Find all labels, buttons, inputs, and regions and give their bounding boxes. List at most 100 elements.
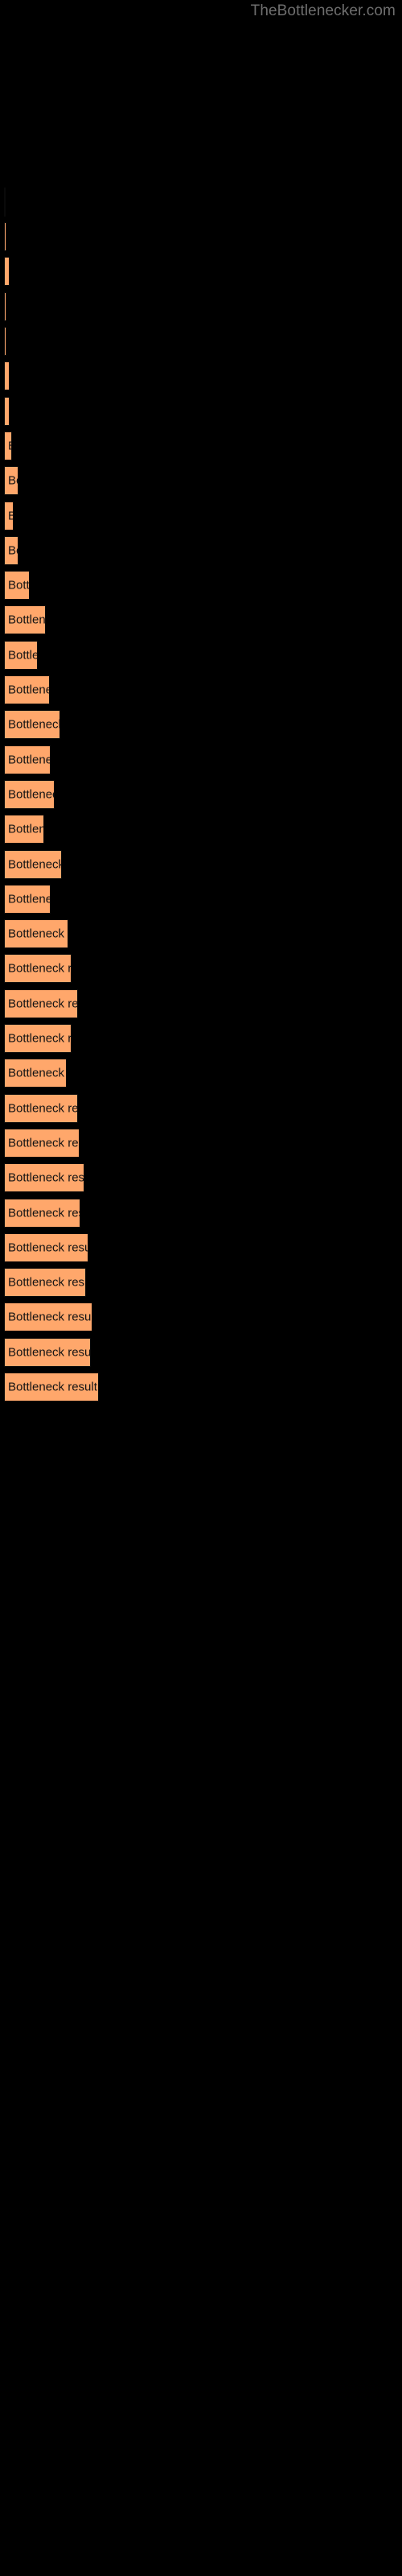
bar-row: Bottleneck result: [4, 1373, 99, 1402]
bar-row: Bottleneck result: [4, 222, 6, 251]
bar-label: Bottleneck result: [8, 405, 9, 419]
bar: Bottleneck result: [4, 1199, 80, 1228]
bar-row: Bottleneck result: [4, 1163, 84, 1192]
bar: Bottleneck result: [4, 1024, 72, 1053]
bar-row: Bottleneck result: [4, 1302, 92, 1331]
bar-row: Bottleneck result: [4, 1233, 88, 1262]
bar: Bottleneck result: [4, 257, 10, 286]
bar-label: Bottleneck result: [8, 753, 50, 767]
bar: Bottleneck result: [4, 885, 51, 914]
bar: Bottleneck result: [4, 466, 18, 495]
bar-label: Bottleneck result: [8, 1345, 91, 1360]
bar-row: Bottleneck result: [4, 745, 51, 774]
bar-label: Bottleneck result: [8, 543, 18, 558]
bar: Bottleneck result: [4, 1338, 91, 1367]
bar: Bottleneck result: [4, 292, 6, 321]
bar-label: Bottleneck result: [8, 1275, 85, 1290]
bar-label: Bottleneck result: [8, 1170, 84, 1185]
bar-row: Bottleneck result: [4, 675, 50, 704]
bar: Bottleneck result: [4, 502, 14, 530]
bar-row: Bottleneck result: [4, 1199, 80, 1228]
bar-label: Bottleneck result: [8, 892, 50, 906]
bar: Bottleneck result: [4, 605, 46, 634]
bar: Bottleneck result: [4, 188, 6, 217]
bar: Bottleneck result: [4, 1059, 67, 1088]
bar-label: Bottleneck result: [8, 857, 62, 872]
bar-label: Bottleneck result: [8, 1380, 97, 1394]
bar: Bottleneck result: [4, 222, 6, 251]
bar-label: Bottleneck result: [8, 1031, 72, 1046]
bar-row: Bottleneck result: [4, 361, 10, 390]
bar-row: Bottleneck result: [4, 257, 10, 286]
bar-label: Bottleneck result: [8, 961, 72, 976]
bar-row: Bottleneck result: [4, 397, 10, 426]
bar-label: Bottleneck result: [8, 1206, 80, 1220]
bar-row: Bottleneck result: [4, 780, 55, 809]
bar-label: Bottleneck result: [8, 717, 60, 732]
bar-row: Bottleneck result: [4, 1059, 67, 1088]
bar-row: Bottleneck result: [4, 1268, 86, 1297]
bar-row: Bottleneck result: [4, 327, 6, 356]
bar-row: Bottleneck result: [4, 536, 18, 565]
bar-row: Bottleneck result: [4, 431, 12, 460]
bar-label: Bottleneck result: [8, 473, 18, 488]
bar: Bottleneck result: [4, 815, 44, 844]
bar-label: Bottleneck result: [8, 265, 9, 279]
bar-row: Bottleneck result: [4, 1094, 78, 1123]
bar-label: Bottleneck result: [8, 1136, 79, 1150]
bar: Bottleneck result: [4, 571, 30, 600]
bar: Bottleneck result: [4, 641, 38, 670]
bar-row: Bottleneck result: [4, 571, 30, 600]
bar-row: Bottleneck result: [4, 815, 44, 844]
bar-label: Bottleneck result: [8, 927, 68, 941]
bar: Bottleneck result: [4, 780, 55, 809]
bar: Bottleneck result: [4, 536, 18, 565]
bar: Bottleneck result: [4, 397, 10, 426]
bar-label: Bottleneck result: [8, 822, 43, 836]
bar-row: Bottleneck result: [4, 885, 51, 914]
bar: Bottleneck result: [4, 954, 72, 983]
bar-row: Bottleneck result: [4, 710, 60, 739]
chart-root: TheBottlenecker.com Bottleneck resultBot…: [0, 0, 402, 2576]
bar: Bottleneck result: [4, 1163, 84, 1192]
bar-row: Bottleneck result: [4, 641, 38, 670]
bar-row: Bottleneck result: [4, 850, 62, 879]
bar-row: Bottleneck result: [4, 919, 68, 948]
bar: Bottleneck result: [4, 1268, 86, 1297]
bar-row: Bottleneck result: [4, 605, 46, 634]
bar-label: Bottleneck result: [8, 369, 9, 383]
bar-row: Bottleneck result: [4, 1024, 72, 1053]
bar: Bottleneck result: [4, 850, 62, 879]
bar-row: Bottleneck result: [4, 292, 6, 321]
bar: Bottleneck result: [4, 327, 6, 356]
bar-chart-plot-area: Bottleneck result Bottleneck result Bottle…: [0, 0, 402, 2576]
bar-row: Bottleneck result: [4, 1338, 91, 1367]
bar-label: Bottleneck result: [8, 1310, 92, 1324]
bar: Bottleneck result: [4, 361, 10, 390]
bar: Bottleneck result: [4, 1373, 99, 1402]
bar-label: Bottleneck result: [8, 1101, 78, 1116]
bar-label: Bottleneck result: [8, 510, 13, 523]
bar-row: Bottleneck result: [4, 502, 14, 530]
bar: Bottleneck result: [4, 919, 68, 948]
bar-label: Bottleneck result: [8, 1241, 88, 1255]
bar-row: Bottleneck result: [4, 989, 78, 1018]
bar: Bottleneck result: [4, 710, 60, 739]
bar: Bottleneck result: [4, 1233, 88, 1262]
bar: Bottleneck result: [4, 431, 12, 460]
bar: Bottleneck result: [4, 745, 51, 774]
bar-row: Bottleneck result: [4, 466, 18, 495]
bar-label: Bottleneck result: [8, 440, 11, 453]
bar: Bottleneck result: [4, 1094, 78, 1123]
bar-label: Bottleneck result: [8, 1066, 66, 1080]
bar-label: Bottleneck result: [8, 997, 78, 1011]
bar-label: Bottleneck result: [8, 613, 46, 627]
bar: Bottleneck result: [4, 1302, 92, 1331]
bar: Bottleneck result: [4, 1129, 80, 1158]
bar-label: Bottleneck result: [8, 683, 49, 697]
bar-row: Bottleneck result: [4, 954, 72, 983]
bar: Bottleneck result: [4, 989, 78, 1018]
bar-label: Bottleneck result: [8, 578, 30, 592]
bar-row: Bottleneck result: [4, 188, 6, 217]
bar-row: Bottleneck result: [4, 1129, 80, 1158]
